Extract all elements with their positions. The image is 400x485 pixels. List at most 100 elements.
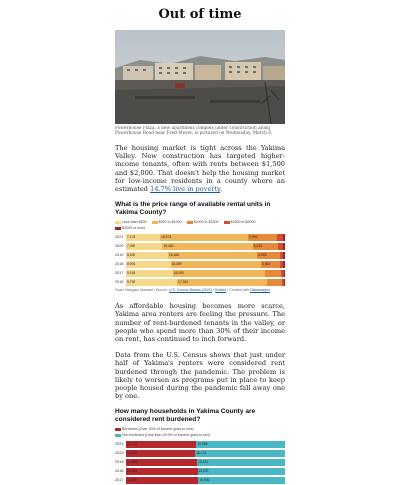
legend-item: $1000 to $1500 — [186, 220, 219, 225]
data-label: 12,388 — [127, 459, 138, 464]
bar-segment — [283, 278, 285, 286]
datawrapper-link[interactable]: Datawrapper — [250, 288, 270, 292]
article-paragraph-3: Data from the U.S. Census shows that jus… — [115, 351, 285, 401]
embed-link[interactable]: Embed — [215, 288, 226, 292]
bar-segment: 12,500 — [126, 476, 199, 484]
credit-separator: • — [212, 288, 215, 293]
bar-segment: 17,320 — [177, 278, 268, 286]
data-label: 18,426 — [163, 243, 174, 248]
bar-track: 8,904 18,089 3,902 — [126, 260, 285, 268]
credit-prefix: Chart: Margaux Maxwell • Source: — [115, 288, 168, 293]
bar-track: 8,639 18,468 4,560 — [126, 251, 285, 259]
legend-item: Burdened (Over 30% of income goes to ren… — [115, 427, 194, 432]
bar-row: 2021 12,772 16,088 — [115, 440, 285, 448]
legend-swatch — [151, 220, 158, 224]
data-label: 7,390 — [127, 243, 136, 248]
legend-label: $2000 or more — [122, 226, 146, 231]
data-label: 8,904 — [127, 261, 136, 266]
bar-segment: 18,089 — [170, 260, 261, 268]
data-label: 16,174 — [196, 450, 207, 455]
category-label: 2018 — [115, 469, 124, 474]
category-label: 2017 — [115, 271, 124, 276]
bar-row: 2017 12,500 15,000 — [115, 476, 285, 484]
bar-row: 2021 7,178 18,573 5,994 — [115, 233, 285, 241]
bar-track: 12,772 16,088 — [126, 440, 285, 448]
data-label: 15,097 — [198, 468, 209, 473]
category-label: 2021 — [115, 442, 124, 447]
legend-item: $1500 to $2000 — [223, 220, 256, 225]
bar-row: 2020 7,390 18,426 5,218 — [115, 242, 285, 250]
legend-label: $1000 to $1500 — [193, 220, 219, 225]
bar-track: 9,790 17,320 — [126, 278, 285, 286]
legend-item: $2000 or more — [115, 226, 145, 231]
data-label: 18,089 — [171, 261, 182, 266]
article-column: Out of time Powerhouse Plaza, a new apar… — [115, 0, 285, 485]
bar-segment: 12,772 — [126, 440, 197, 448]
poverty-link[interactable]: 14.7% live in poverty — [150, 185, 220, 193]
legend-label: Less than $500 — [122, 220, 147, 225]
bar-segment — [283, 269, 285, 277]
bar-segment: 15,097 — [197, 467, 285, 475]
credit-tool: • Created with — [227, 288, 250, 293]
bar-segment: 7,178 — [126, 233, 161, 241]
bar-row: 2017 9,193 18,093 — [115, 269, 285, 277]
data-label: 18,468 — [168, 252, 179, 257]
bar-segment: 18,093 — [172, 269, 265, 277]
rent-chart-bars: 2021 7,178 18,573 5,994 2020 7,390 18,426 5,218… — [115, 233, 285, 286]
category-label: 2020 — [115, 244, 124, 249]
data-label: 3,902 — [261, 261, 271, 266]
legend-swatch — [115, 428, 121, 431]
bar-segment: 5,218 — [252, 242, 279, 250]
bar-segment: 8,904 — [126, 260, 171, 268]
bar-track: 7,390 18,426 5,218 — [126, 242, 285, 250]
bar-track: 12,446 16,174 — [126, 449, 285, 457]
bar-track: 12,388 15,321 — [126, 458, 285, 466]
data-label: 18,093 — [173, 270, 184, 275]
legend-swatch — [186, 220, 193, 224]
data-label: 15,321 — [198, 459, 209, 464]
data-label: 12,500 — [127, 477, 138, 482]
article-paragraph-2: As affordable housing becomes more scarc… — [115, 302, 285, 344]
category-label: 2019 — [115, 460, 124, 465]
bar-segment: 18,426 — [162, 242, 253, 250]
data-label: 18,573 — [161, 234, 172, 239]
bar-track: 9,193 18,093 — [126, 269, 285, 277]
bar-segment: 4,560 — [257, 251, 280, 259]
data-label: 16,088 — [197, 441, 208, 446]
bar-segment: 7,390 — [126, 242, 163, 250]
legend-item: Not burdened (Less than 29.9% of income … — [115, 433, 211, 438]
data-label: 5,218 — [253, 243, 262, 248]
data-label: 9,193 — [127, 270, 136, 275]
construction-photo — [115, 30, 285, 124]
bar-segment: 9,193 — [126, 269, 173, 277]
data-label: 12,446 — [127, 450, 138, 455]
legend-label: Not burdened (Less than 29.9% of income … — [122, 433, 211, 438]
legend-swatch — [115, 434, 121, 437]
burden-chart-legend: Burdened (Over 30% of income goes to ren… — [115, 427, 285, 438]
source-link[interactable]: U.S. Census Bureau (2021) — [169, 288, 212, 292]
data-label: 7,178 — [127, 234, 136, 239]
bar-segment: 8,639 — [126, 251, 168, 259]
rent-chart-heading: What is the price range of available ren… — [115, 201, 271, 217]
bar-segment: 18,468 — [167, 251, 258, 259]
article-photo — [115, 30, 285, 124]
rent-chart-legend: Less than $500 $500 to $1000 $1000 to $150… — [115, 220, 285, 231]
bar-row: 2016 9,790 17,320 — [115, 278, 285, 286]
bar-segment — [283, 260, 285, 268]
bar-segment: 12,446 — [126, 449, 196, 457]
category-label: 2016 — [115, 280, 124, 285]
rent-chart-credit: Chart: Margaux Maxwell • Source: U.S. Ce… — [115, 288, 285, 294]
category-label: 2020 — [115, 451, 124, 456]
legend-label: Burdened (Over 30% of income goes to ren… — [122, 427, 194, 432]
bar-segment: 12,341 — [126, 467, 198, 475]
bar-segment: 15,321 — [197, 458, 285, 466]
bar-segment: 9,790 — [126, 278, 178, 286]
data-label: 9,790 — [127, 279, 136, 284]
data-label: 15,000 — [199, 477, 210, 482]
bar-segment: 5,994 — [248, 233, 277, 241]
bar-segment — [267, 278, 282, 286]
bar-track: 12,341 15,097 — [126, 467, 285, 475]
bar-row: 2018 8,904 18,089 3,902 — [115, 260, 285, 268]
bar-segment — [283, 251, 285, 259]
article-title: Out of time — [158, 7, 242, 22]
